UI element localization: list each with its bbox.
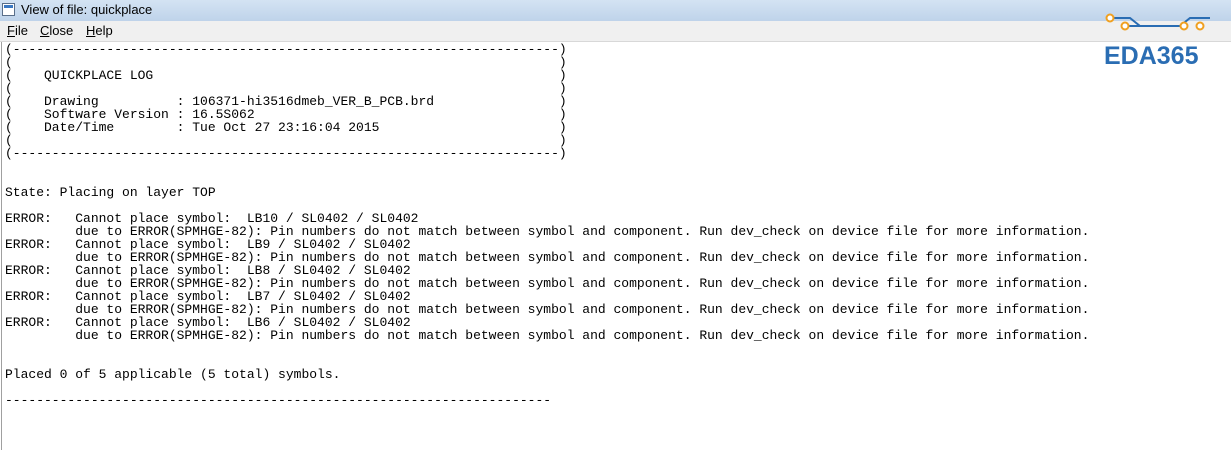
log-text: (---------------------------------------… bbox=[5, 43, 1089, 407]
title-bar[interactable]: View of file: quickplace bbox=[0, 0, 1231, 22]
log-view[interactable]: (---------------------------------------… bbox=[1, 42, 1231, 450]
menu-help[interactable]: Help bbox=[86, 23, 113, 38]
log-line: Placed 0 of 5 applicable (5 total) symbo… bbox=[5, 367, 341, 382]
menu-close[interactable]: Close bbox=[40, 23, 73, 38]
window-title: View of file: quickplace bbox=[21, 2, 153, 17]
log-line: (---------------------------------------… bbox=[5, 146, 567, 161]
menu-bar: File Close Help bbox=[0, 21, 1231, 42]
watermark-text: EDA365 bbox=[1104, 42, 1199, 70]
log-line: ----------------------------------------… bbox=[5, 393, 552, 408]
log-line: State: Placing on layer TOP bbox=[5, 185, 216, 200]
app-window-icon bbox=[2, 3, 15, 16]
log-line: due to ERROR(SPMHGE-82): Pin numbers do … bbox=[5, 328, 1090, 343]
circuit-trace-icon bbox=[1105, 13, 1210, 31]
eda365-watermark-logo: EDA365 bbox=[1100, 8, 1222, 70]
menu-file[interactable]: File bbox=[7, 23, 28, 38]
